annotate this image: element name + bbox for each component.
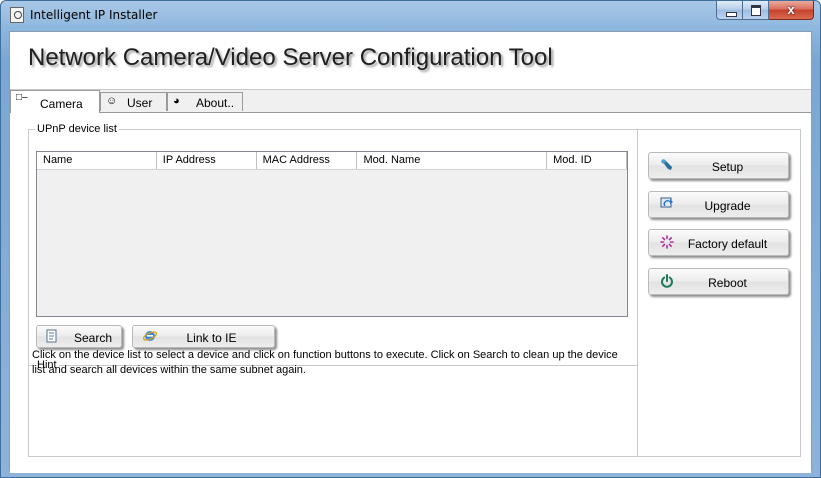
tab-user[interactable]: ☺ User bbox=[100, 92, 167, 111]
client-area: Network Camera/Video Server Configuratio… bbox=[9, 31, 812, 473]
app-icon[interactable] bbox=[10, 7, 24, 23]
application-window: Intelligent IP Installer x Network Camer… bbox=[0, 0, 821, 478]
setup-label: Setup bbox=[711, 160, 744, 174]
close-button[interactable]: x bbox=[769, 1, 814, 20]
reboot-label: Reboot bbox=[708, 276, 747, 290]
column-header-mod-name[interactable]: Mod. Name bbox=[357, 152, 548, 169]
upgrade-button[interactable]: Upgrade bbox=[648, 191, 789, 218]
user-icon: ☺ bbox=[106, 95, 118, 107]
title-bar[interactable]: Intelligent IP Installer x bbox=[1, 1, 820, 31]
upgrade-label: Upgrade bbox=[704, 199, 751, 213]
info-icon: ◕ bbox=[173, 95, 180, 107]
page-title: Network Camera/Video Server Configuratio… bbox=[28, 44, 553, 71]
tab-camera[interactable]: □– Camera bbox=[10, 90, 100, 113]
search-button[interactable]: Search bbox=[36, 325, 122, 348]
reboot-button[interactable]: Reboot bbox=[648, 268, 789, 295]
column-header-name[interactable]: Name bbox=[37, 152, 157, 169]
column-header-ip-address[interactable]: IP Address bbox=[157, 152, 257, 169]
upnp-device-list-label: UPnP device list bbox=[35, 123, 119, 135]
minimize-button[interactable] bbox=[716, 1, 743, 20]
close-icon: x bbox=[787, 2, 795, 17]
maximize-button[interactable] bbox=[743, 1, 769, 20]
header-band: Network Camera/Video Server Configuratio… bbox=[10, 32, 811, 90]
column-header-mod-id[interactable]: Mod. ID bbox=[547, 152, 627, 169]
tab-camera-label: Camera bbox=[40, 97, 83, 111]
tab-user-label: User bbox=[127, 96, 153, 110]
hint-group bbox=[28, 365, 638, 457]
search-button-label: Search bbox=[73, 331, 113, 345]
link-to-ie-label: Link to IE bbox=[186, 331, 237, 345]
factory-default-button[interactable]: Factory default bbox=[648, 229, 789, 256]
tab-about-label: About.. bbox=[196, 96, 235, 110]
column-header-mac-address[interactable]: MAC Address bbox=[257, 152, 358, 169]
device-list[interactable]: Name IP Address MAC Address Mod. Name Mo… bbox=[36, 151, 628, 317]
factory-default-label: Factory default bbox=[687, 237, 768, 251]
device-list-header: Name IP Address MAC Address Mod. Name Mo… bbox=[37, 152, 627, 170]
setup-button[interactable]: Setup bbox=[648, 152, 789, 179]
tab-about[interactable]: ◕ About.. bbox=[167, 92, 243, 111]
link-to-ie-button[interactable]: Link to IE bbox=[132, 325, 275, 348]
caption-buttons: x bbox=[716, 1, 814, 21]
camera-icon: □– bbox=[16, 92, 28, 103]
window-title: Intelligent IP Installer bbox=[30, 8, 158, 22]
hint-text: Click on the device list to select a dev… bbox=[32, 349, 618, 376]
tab-strip: □– Camera ☺ User ◕ About.. bbox=[10, 90, 811, 113]
